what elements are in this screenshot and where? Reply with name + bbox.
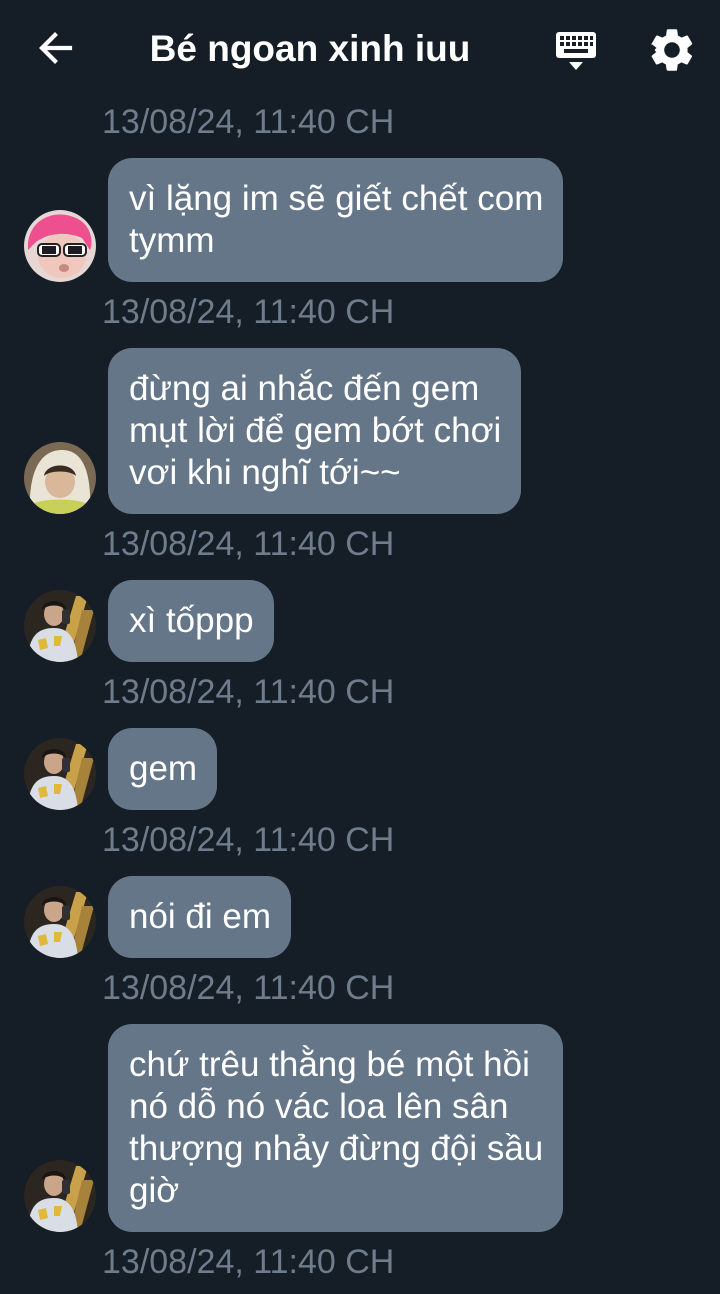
hooded-avatar-icon <box>24 442 96 514</box>
message-bubble[interactable]: xì tốppp <box>108 580 274 662</box>
pink-hair-avatar-icon <box>24 210 96 282</box>
message-timestamp: 13/08/24, 11:40 CH <box>102 821 395 859</box>
avatar[interactable] <box>24 1160 96 1232</box>
message-text-line: thượng nhảy đừng đội sầu <box>129 1129 544 1168</box>
mirror-selfie-avatar-icon <box>24 1160 96 1232</box>
message-timestamp: 13/08/24, 11:40 CH <box>102 293 395 331</box>
chat-header: Bé ngoan xinh iuu <box>0 0 720 100</box>
message-timestamp: 13/08/24, 11:40 CH <box>102 673 395 711</box>
avatar[interactable] <box>24 886 96 958</box>
back-button[interactable] <box>32 24 80 72</box>
arrow-left-icon <box>39 32 73 64</box>
avatar[interactable] <box>24 442 96 514</box>
message-text-line: xì tốppp <box>129 601 254 640</box>
chat-title: Bé ngoan xinh iuu <box>149 28 471 69</box>
keyboard-icon <box>556 32 596 70</box>
message-text-line: tymm <box>129 221 215 260</box>
mirror-selfie-avatar-icon <box>24 738 96 810</box>
settings-button[interactable] <box>646 24 698 76</box>
message-bubble[interactable]: nói đi em <box>108 876 292 958</box>
message-bubble[interactable]: đừng ai nhắc đến gem mụt lời để gem bớt … <box>108 348 522 514</box>
message-text-line: nói đi em <box>129 897 272 936</box>
message-text-line: vơi khi nghĩ tới~~ <box>129 453 401 492</box>
message-text-line: mụt lời để gem bớt chơi <box>129 411 502 450</box>
message-text-line: chứ trêu thằng bé một hồi <box>129 1045 530 1084</box>
message-bubble[interactable]: gem <box>108 728 218 810</box>
avatar[interactable] <box>24 210 96 282</box>
avatar[interactable] <box>24 738 96 810</box>
message-bubble[interactable]: chứ trêu thằng bé một hồi nó dỗ nó vác l… <box>108 1024 564 1232</box>
message-timestamp: 13/08/24, 11:40 CH <box>102 525 395 563</box>
mirror-selfie-avatar-icon <box>24 886 96 958</box>
message-text-line: giờ <box>129 1171 180 1210</box>
message-timestamp: 13/08/24, 11:40 CH <box>102 103 395 141</box>
message-timestamp: 13/08/24, 11:40 CH <box>102 1243 395 1281</box>
keyboard-button[interactable] <box>550 24 602 76</box>
message-bubble[interactable]: vì lặng im sẽ giết chết com tymm <box>108 158 564 282</box>
message-text-line: nó dỗ nó vác loa lên sân <box>129 1087 509 1126</box>
message-text-line: vì lặng im sẽ giết chết com <box>129 179 544 218</box>
gear-icon <box>651 29 693 71</box>
message-text-line: đừng ai nhắc đến gem <box>129 369 480 408</box>
avatar[interactable] <box>24 590 96 662</box>
message-text-line: gem <box>129 749 198 788</box>
mirror-selfie-avatar-icon <box>24 590 96 662</box>
chat-screen: Bé ngoan xinh iuu 13/08/24, 11:40 CH vì … <box>0 0 720 1294</box>
message-timestamp: 13/08/24, 11:40 CH <box>102 969 395 1007</box>
